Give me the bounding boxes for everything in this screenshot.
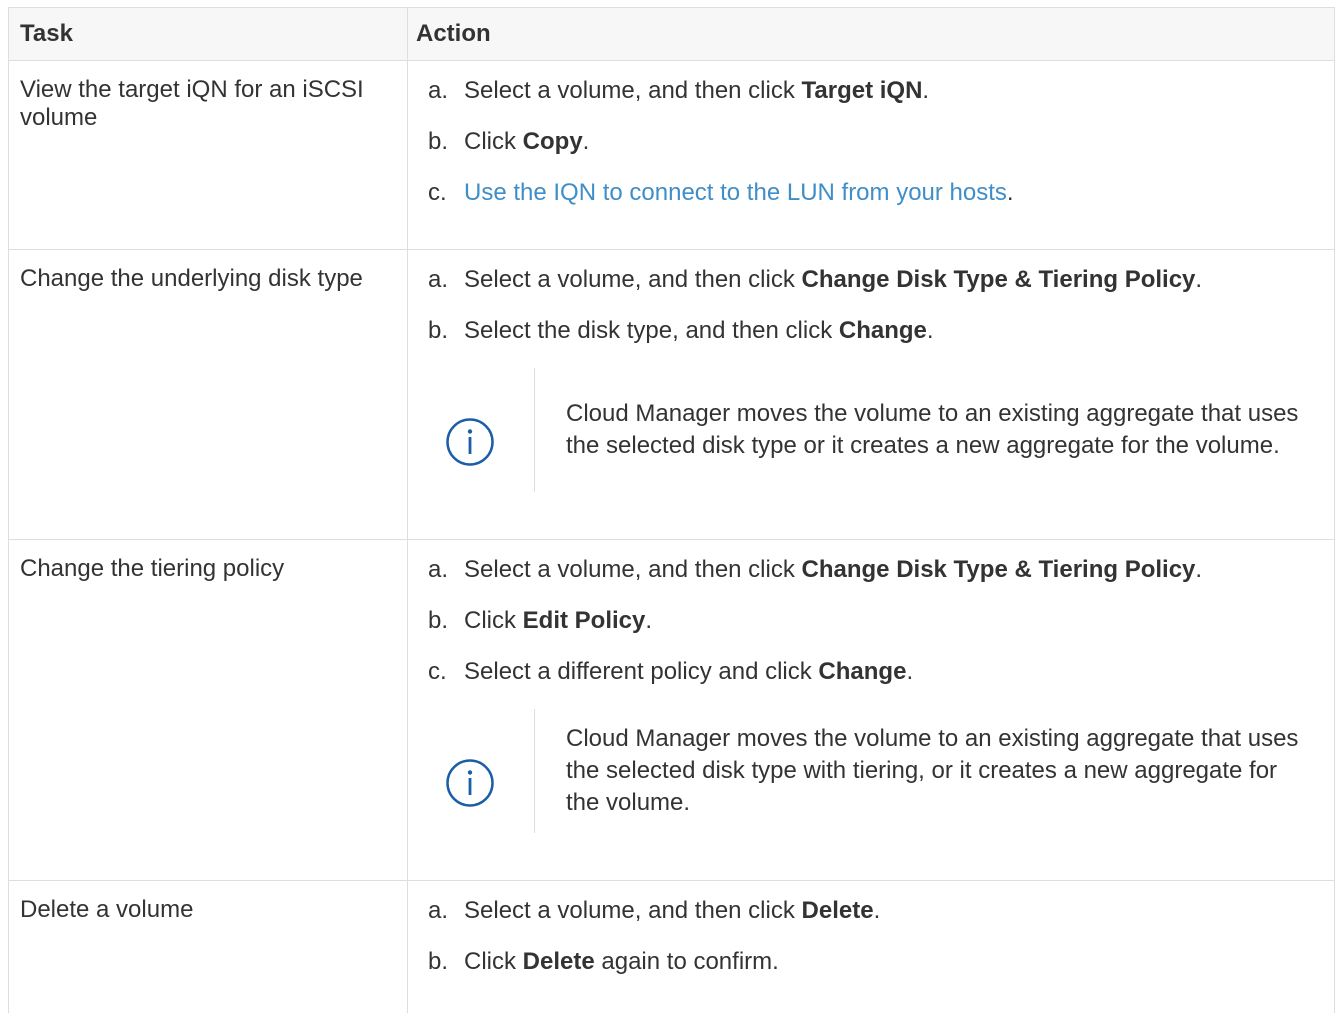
action-step: b. Click Delete again to confirm. (428, 948, 1324, 976)
step-text-post: . (1195, 556, 1203, 583)
action-step: b. Select the disk type, and then click … (428, 317, 1324, 345)
step-text-post: . (645, 607, 653, 634)
step-text: Select a volume, and then click Target i… (464, 77, 929, 105)
step-text: Click Delete again to confirm. (464, 948, 779, 976)
step-text: Select the disk type, and then click Cha… (464, 317, 934, 345)
table-row: View the target iQN for an iSCSI volume … (8, 60, 1335, 250)
step-text-pre: Select a volume, and then click (464, 897, 802, 924)
action-step: a. Select a volume, and then click Chang… (428, 556, 1324, 584)
step-text: Use the IQN to connect to the LUN from y… (464, 179, 1014, 207)
note-divider (534, 709, 535, 833)
step-text-post: . (1006, 179, 1014, 206)
table-row: Delete a volume a. Select a volume, and … (8, 880, 1335, 1013)
ui-control-name: Change Disk Type & Tiering Policy (801, 556, 1196, 583)
step-marker: c. (428, 179, 447, 206)
task-cell: Delete a volume (8, 880, 408, 1013)
step-marker: a. (428, 266, 449, 293)
task-cell: Change the tiering policy (8, 539, 408, 881)
step-text: Select a volume, and then click Change D… (464, 556, 1202, 584)
step-text-pre: Select the disk type, and then click (464, 317, 839, 344)
step-text-pre: Select a different policy and click (464, 658, 819, 685)
ui-control-name: Copy (522, 128, 583, 155)
action-cell: a. Select a volume, and then click Delet… (407, 880, 1335, 1013)
step-marker: b. (428, 607, 449, 634)
step-text-post: . (922, 77, 930, 104)
ui-control-name: Target iQN (801, 77, 923, 104)
admonition-note: Cloud Manager moves the volume to an exi… (444, 368, 1324, 492)
step-text-post: . (873, 897, 881, 924)
task-cell: Change the underlying disk type (8, 249, 408, 540)
action-step: b. Click Edit Policy. (428, 607, 1324, 635)
ui-control-name: Delete (522, 948, 595, 975)
ui-control-name: Delete (801, 897, 874, 924)
table-row: Change the underlying disk type a. Selec… (8, 249, 1335, 540)
step-text-post: . (1195, 266, 1203, 293)
admonition-note: Cloud Manager moves the volume to an exi… (444, 709, 1324, 833)
step-text-pre: Select a volume, and then click (464, 77, 802, 104)
step-marker: b. (428, 317, 449, 344)
action-step: a. Select a volume, and then click Chang… (428, 266, 1324, 294)
step-text: Click Edit Policy. (464, 607, 652, 635)
step-marker: c. (428, 658, 447, 685)
action-step: a. Select a volume, and then click Targe… (428, 77, 1324, 105)
note-divider (534, 368, 535, 492)
step-text-pre: Click (464, 128, 523, 155)
note-text: Cloud Manager moves the volume to an exi… (566, 400, 1299, 459)
step-text: Select a different policy and click Chan… (464, 658, 913, 686)
step-marker: b. (428, 948, 449, 975)
action-step: a. Select a volume, and then click Delet… (428, 897, 1324, 925)
ui-control-name: Change (838, 317, 927, 344)
step-marker: b. (428, 128, 449, 155)
action-step: b. Click Copy. (428, 128, 1324, 156)
action-cell: a. Select a volume, and then click Chang… (407, 539, 1335, 881)
note-text: Cloud Manager moves the volume to an exi… (566, 725, 1299, 816)
ui-control-name: Edit Policy (522, 607, 646, 634)
step-text-pre: Select a volume, and then click (464, 556, 802, 583)
step-marker: a. (428, 556, 449, 583)
action-cell: a. Select a volume, and then click Chang… (407, 249, 1335, 540)
action-step: c. Select a different policy and click C… (428, 658, 1324, 686)
step-text: Select a volume, and then click Delete. (464, 897, 880, 925)
table-header-row: Task Action (8, 7, 1335, 61)
task-action-table: Task Action View the target iQN for an i… (8, 7, 1335, 1013)
header-task: Task (8, 7, 408, 61)
iqn-connect-link[interactable]: Use the IQN to connect to the LUN from y… (464, 179, 1007, 206)
step-marker: a. (428, 897, 449, 924)
step-marker: a. (428, 77, 449, 104)
ui-control-name: Change (818, 658, 907, 685)
header-action: Action (407, 7, 1335, 61)
table-row: Change the tiering policy a. Select a vo… (8, 539, 1335, 881)
step-text: Click Copy. (464, 128, 589, 156)
ui-control-name: Change Disk Type & Tiering Policy (801, 266, 1196, 293)
action-cell: a. Select a volume, and then click Targe… (407, 60, 1335, 250)
info-circle-icon (444, 721, 496, 845)
step-text-pre: Select a volume, and then click (464, 266, 802, 293)
task-cell: View the target iQN for an iSCSI volume (8, 60, 408, 250)
step-text-pre: Click (464, 948, 523, 975)
step-text-post: . (906, 658, 914, 685)
step-text-post: . (582, 128, 590, 155)
step-text-pre: Click (464, 607, 523, 634)
step-text-post: . (926, 317, 934, 344)
info-circle-icon (444, 380, 496, 504)
step-text: Select a volume, and then click Change D… (464, 266, 1202, 294)
action-step: c. Use the IQN to connect to the LUN fro… (428, 179, 1324, 207)
step-text-post: again to confirm. (594, 948, 779, 975)
